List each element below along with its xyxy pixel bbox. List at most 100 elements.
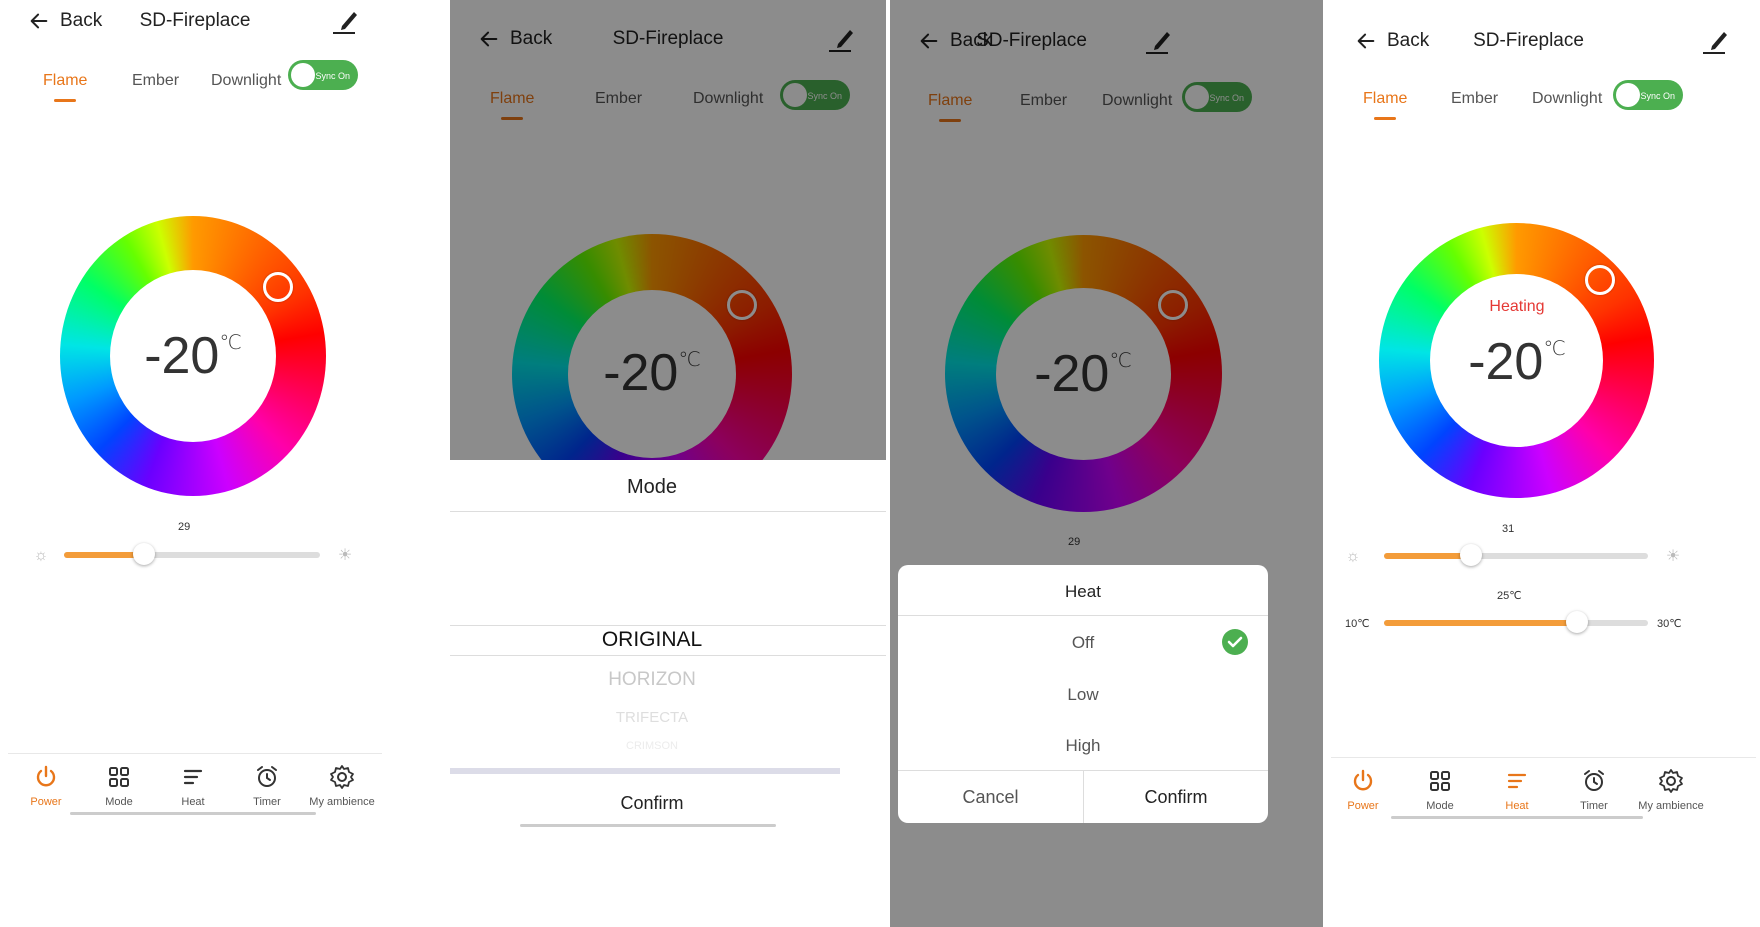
mode-option-original[interactable]: ORIGINAL	[450, 628, 854, 652]
mode-option-trifecta[interactable]: TRIFECTA	[450, 709, 854, 726]
brightness-value: 29	[178, 521, 191, 533]
sync-label: Sync On	[1640, 91, 1675, 101]
heat-fill	[1384, 620, 1577, 626]
tab-ember[interactable]: Ember	[132, 72, 179, 90]
divider	[898, 615, 1268, 616]
brightness-slider[interactable]	[1384, 544, 1648, 566]
divider	[450, 511, 886, 512]
brightness-value: 31	[1502, 523, 1515, 535]
power-icon	[1353, 769, 1373, 791]
temperature-display: -20℃	[1327, 332, 1707, 392]
temperature-unit: ℃	[1543, 338, 1566, 360]
bottom-nav: Power Mode Heat Timer My ambience	[8, 753, 382, 826]
nav-mode-label: Mode	[105, 796, 133, 808]
heat-option-off[interactable]: Off	[898, 633, 1268, 653]
tab-flame[interactable]: Flame	[1363, 90, 1407, 108]
heat-slider[interactable]	[1384, 611, 1648, 633]
temperature-display: -20℃	[0, 326, 386, 386]
brightness-low-icon: ☼	[1345, 548, 1361, 565]
tab-bar: Flame Ember Downlight Sync On	[0, 60, 390, 106]
edit-icon[interactable]	[330, 8, 360, 36]
confirm-button[interactable]: Confirm	[450, 793, 854, 814]
bottom-nav: Power Mode Heat Timer My ambience	[1331, 757, 1756, 830]
sync-toggle[interactable]: Sync On	[288, 60, 358, 90]
picker-top-line	[450, 625, 886, 626]
cancel-button[interactable]: Cancel	[898, 787, 1083, 808]
top-bar: Back SD-Fireplace	[1327, 20, 1760, 76]
heat-thumb[interactable]	[1566, 611, 1588, 633]
sync-label: Sync On	[315, 71, 350, 81]
toggle-knob	[291, 63, 315, 87]
heat-target-value: 25℃	[1497, 590, 1522, 602]
nav-timer[interactable]: Timer	[229, 764, 305, 808]
toggle-knob	[1616, 83, 1640, 107]
nav-ambience-label: My ambience	[1638, 800, 1704, 812]
nav-power[interactable]: Power	[8, 764, 84, 808]
edit-icon[interactable]	[1700, 28, 1730, 56]
nav-ambience[interactable]: My ambience	[304, 764, 380, 808]
picker-footer-bar	[450, 768, 840, 774]
heat-sheet: Heat Off Low High Cancel Confirm	[898, 565, 1268, 823]
temperature-value: -20	[1468, 333, 1544, 391]
brightness-slider[interactable]	[64, 543, 320, 565]
nav-mode-label: Mode	[1426, 800, 1454, 812]
tab-bar: Flame Ember Downlight Sync On	[1327, 80, 1760, 124]
gear-icon	[330, 765, 354, 789]
tab-downlight[interactable]: Downlight	[1532, 90, 1602, 108]
brightness-fill	[64, 552, 144, 558]
color-picker-handle[interactable]	[263, 272, 293, 302]
top-bar: Back SD-Fireplace	[0, 0, 390, 56]
lines-icon	[183, 769, 203, 785]
nav-timer-label: Timer	[253, 796, 281, 808]
heating-status: Heating	[1489, 298, 1545, 315]
nav-heat[interactable]: Heat	[155, 764, 231, 808]
tab-flame[interactable]: Flame	[43, 72, 87, 90]
brightness-thumb[interactable]	[1460, 544, 1482, 566]
alarm-clock-icon	[257, 766, 277, 787]
screen-mode-picker: Back SD-Fireplace Flame Ember Downlight …	[450, 0, 886, 927]
grid-icon	[1430, 771, 1450, 791]
check-icon	[1222, 629, 1248, 655]
mode-option-horizon[interactable]: HORIZON	[450, 669, 854, 691]
mode-option-crimson[interactable]: CRIMSON	[450, 740, 854, 752]
brightness-high-icon: ☀	[337, 547, 353, 564]
checkmark-glyph	[1227, 636, 1243, 648]
lines-icon	[1507, 773, 1527, 789]
temperature-value: -20	[144, 327, 220, 385]
gear-icon	[1659, 769, 1683, 793]
brightness-low-icon: ☼	[33, 547, 49, 564]
nav-timer[interactable]: Timer	[1556, 768, 1632, 812]
nav-mode[interactable]: Mode	[81, 764, 157, 808]
home-indicator	[1391, 816, 1643, 819]
page-title: SD-Fireplace	[1473, 30, 1584, 51]
tab-downlight[interactable]: Downlight	[211, 72, 281, 90]
nav-power-label: Power	[1347, 800, 1379, 812]
screen-heat-picker: Back SD-Fireplace Flame Ember Downlight …	[890, 0, 1323, 927]
brightness-high-icon: ☀	[1665, 548, 1681, 565]
nav-heat-label: Heat	[181, 796, 205, 808]
heat-option-high[interactable]: High	[898, 736, 1268, 756]
nav-power[interactable]: Power	[1327, 768, 1401, 812]
nav-mode[interactable]: Mode	[1402, 768, 1478, 812]
screen-heating: Back SD-Fireplace Flame Ember Downlight …	[1327, 0, 1760, 927]
sync-toggle[interactable]: Sync On	[1613, 80, 1683, 110]
nav-ambience[interactable]: My ambience	[1633, 768, 1709, 812]
nav-heat-label: Heat	[1505, 800, 1529, 812]
mode-sheet-title: Mode	[626, 476, 678, 498]
color-picker-handle[interactable]	[1585, 265, 1615, 295]
confirm-button[interactable]: Confirm	[1084, 787, 1268, 808]
heat-max-label: 30℃	[1657, 618, 1682, 630]
nav-timer-label: Timer	[1580, 800, 1608, 812]
alarm-clock-icon	[1584, 770, 1604, 791]
nav-power-label: Power	[30, 796, 62, 808]
dim-overlay[interactable]	[450, 0, 886, 460]
nav-ambience-label: My ambience	[309, 796, 375, 808]
mode-sheet: Mode ORIGINAL HORIZON TRIFECTA CRIMSON C…	[450, 460, 886, 927]
temperature-unit: ℃	[219, 332, 242, 354]
power-icon	[36, 765, 56, 787]
heat-sheet-title: Heat	[1065, 582, 1101, 601]
tab-ember[interactable]: Ember	[1451, 90, 1498, 108]
nav-heat[interactable]: Heat	[1479, 768, 1555, 812]
brightness-thumb[interactable]	[133, 543, 155, 565]
heat-option-low[interactable]: Low	[898, 685, 1268, 705]
